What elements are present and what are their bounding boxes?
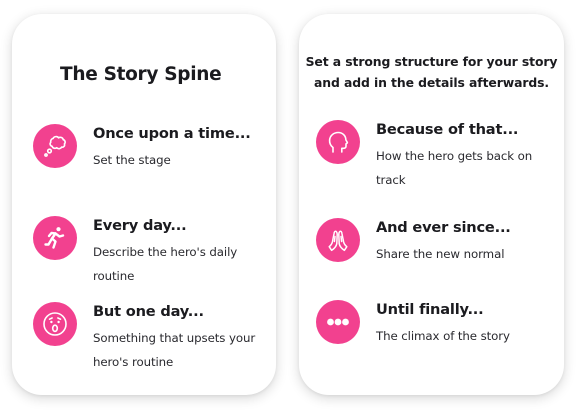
story-structure-card: Set a strong structure for your story an… xyxy=(299,14,564,395)
story-step-description: Describe the hero's daily routine xyxy=(93,245,238,283)
card-title: The Story Spine xyxy=(60,64,222,85)
story-step-text: Because of that... How the hero gets bac… xyxy=(376,120,552,192)
story-spine-card: The Story Spine Once upon a time... Set … xyxy=(12,14,276,395)
story-step-text: Until finally... The climax of the story xyxy=(376,300,552,348)
thought-bubble-icon xyxy=(33,124,77,168)
story-step-text: Every day... Describe the hero's daily r… xyxy=(93,216,269,288)
story-step-description: Set the stage xyxy=(93,153,171,167)
story-step-description: Something that upsets your hero's routin… xyxy=(93,331,256,369)
story-step-description: Share the new normal xyxy=(376,247,505,261)
story-step-heading: Once upon a time... xyxy=(93,125,251,142)
story-step-heading: But one day... xyxy=(93,303,204,320)
story-step-text: But one day... Something that upsets you… xyxy=(93,302,269,374)
story-step-heading: Every day... xyxy=(93,217,187,234)
surprised-face-icon xyxy=(33,302,77,346)
head-profile-icon xyxy=(316,120,360,164)
story-step-heading: Until finally... xyxy=(376,301,484,318)
story-step-heading: And ever since... xyxy=(376,219,511,236)
story-step-description: The climax of the story xyxy=(376,329,510,343)
story-step-description: How the hero gets back on track xyxy=(376,149,533,187)
story-step-heading: Because of that... xyxy=(376,121,519,138)
running-person-icon xyxy=(33,216,77,260)
praying-hands-icon xyxy=(316,218,360,262)
ellipsis-icon xyxy=(316,300,360,344)
story-step-text: And ever since... Share the new normal xyxy=(376,218,552,266)
story-step-text: Once upon a time... Set the stage xyxy=(93,124,269,172)
card-intro-text: Set a strong structure for your story an… xyxy=(305,54,558,90)
